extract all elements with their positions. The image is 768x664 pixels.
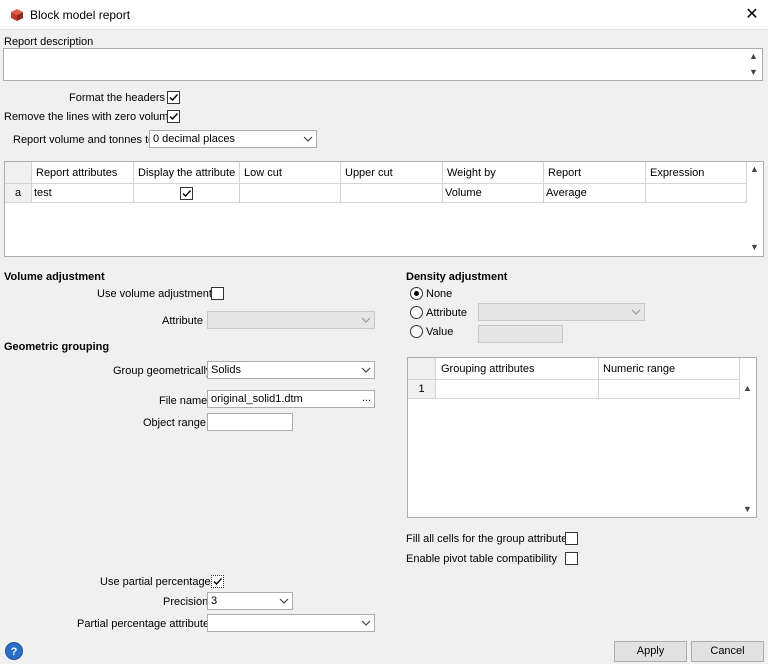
group-geometrically-dropdown[interactable]: Solids	[207, 361, 375, 379]
close-button[interactable]: ✕	[738, 3, 766, 27]
density-value-label: Value	[426, 326, 454, 338]
scroll-up-arrow-icon[interactable]: ▲	[750, 164, 759, 174]
use-partial-percentage-checkbox[interactable]	[211, 575, 224, 588]
grouping-attribute-cell[interactable]	[436, 380, 599, 399]
block-model-icon	[11, 9, 23, 21]
volume-attribute-dropdown[interactable]	[207, 311, 375, 329]
format-headers-label: Format the headers	[69, 92, 165, 104]
use-partial-percentage-label: Use partial percentage	[100, 576, 211, 588]
row-header[interactable]: 1	[408, 380, 436, 399]
format-headers-checkbox[interactable]	[167, 91, 180, 104]
column-header[interactable]: Weight by	[443, 162, 544, 184]
remove-zero-lines-label: Remove the lines with zero volume	[4, 111, 175, 123]
density-value-radio[interactable]	[410, 325, 423, 338]
chevron-down-icon	[361, 367, 371, 373]
density-attribute-radio[interactable]	[410, 306, 423, 319]
file-name-field[interactable]: original_solid1.dtm ...	[207, 390, 375, 408]
report-attribute-cell[interactable]: test	[32, 184, 134, 203]
grouping-attributes-table[interactable]: Grouping attributes Numeric range 1 ▲ ▼	[407, 357, 757, 518]
row-header[interactable]: a	[5, 184, 32, 203]
expression-cell[interactable]	[646, 184, 747, 203]
report-description-label: Report description	[4, 36, 94, 48]
column-header[interactable]: Display the attribute	[134, 162, 240, 184]
check-icon	[213, 578, 223, 586]
object-range-field[interactable]	[207, 413, 293, 431]
check-icon	[169, 94, 179, 102]
low-cut-cell[interactable]	[240, 184, 341, 203]
density-adjustment-heading: Density adjustment	[406, 271, 508, 283]
density-none-radio[interactable]	[410, 287, 423, 300]
volume-attribute-label: Attribute	[162, 315, 203, 327]
partial-percentage-attribute-dropdown[interactable]	[207, 614, 375, 632]
window-title: Block model report	[30, 8, 131, 22]
report-description-field[interactable]: ▲ ▼	[3, 48, 763, 81]
numeric-range-cell[interactable]	[599, 380, 740, 399]
use-volume-adjustment-label: Use volume adjustment	[97, 288, 212, 300]
report-attributes-table[interactable]: Report attributes Display the attribute …	[4, 161, 764, 257]
object-range-label: Object range	[143, 417, 206, 429]
density-attribute-dropdown[interactable]	[478, 303, 645, 321]
column-header[interactable]: Report attributes	[32, 162, 134, 184]
pivot-compatibility-label: Enable pivot table compatibility	[406, 553, 558, 565]
display-attribute-cell[interactable]	[134, 184, 240, 203]
table-scrollbar[interactable]: ▲ ▼	[747, 162, 763, 256]
check-icon	[169, 113, 179, 121]
scroll-up-arrow-icon[interactable]: ▲	[743, 383, 752, 393]
report-volume-dropdown[interactable]: 0 decimal places	[149, 130, 317, 148]
description-scrollbar[interactable]: ▲ ▼	[747, 50, 761, 79]
report-volume-label: Report volume and tonnes to	[13, 134, 155, 146]
scroll-up-arrow-icon[interactable]: ▲	[749, 51, 758, 61]
column-header[interactable]: Numeric range	[599, 358, 740, 380]
group-geometrically-label: Group geometrically	[113, 365, 212, 377]
column-header[interactable]: Low cut	[240, 162, 341, 184]
density-none-label: None	[426, 288, 453, 300]
partial-percentage-attribute-label: Partial percentage attribute	[77, 618, 210, 630]
scroll-down-arrow-icon[interactable]: ▼	[750, 242, 759, 252]
chevron-down-icon	[361, 317, 371, 323]
remove-zero-lines-checkbox[interactable]	[167, 110, 180, 123]
pivot-compatibility-checkbox[interactable]	[565, 552, 578, 565]
density-value-field[interactable]	[478, 325, 563, 343]
fill-cells-checkbox[interactable]	[565, 532, 578, 545]
chevron-down-icon	[303, 136, 313, 142]
apply-button[interactable]: Apply	[614, 641, 687, 662]
check-icon	[182, 190, 192, 198]
chevron-down-icon	[631, 309, 641, 315]
scroll-down-arrow-icon[interactable]: ▼	[743, 504, 752, 514]
column-header[interactable]: Upper cut	[341, 162, 443, 184]
column-header[interactable]: Expression	[646, 162, 747, 184]
display-attribute-checkbox[interactable]	[180, 187, 193, 200]
grouping-table-scrollbar[interactable]: ▲ ▼	[740, 358, 756, 517]
chevron-down-icon	[279, 598, 289, 604]
weight-by-cell[interactable]: Volume	[443, 184, 544, 203]
density-attribute-label: Attribute	[426, 307, 467, 319]
cancel-button[interactable]: Cancel	[691, 641, 764, 662]
precision-label: Precision	[163, 596, 209, 608]
precision-dropdown[interactable]: 3	[207, 592, 293, 610]
use-volume-adjustment-checkbox[interactable]	[211, 287, 224, 300]
volume-adjustment-heading: Volume adjustment	[4, 271, 105, 283]
browse-button[interactable]: ...	[362, 392, 371, 404]
chevron-down-icon	[361, 620, 371, 626]
upper-cut-cell[interactable]	[341, 184, 443, 203]
column-header[interactable]: Report	[544, 162, 646, 184]
table-corner	[5, 162, 32, 184]
report-cell[interactable]: Average	[544, 184, 646, 203]
geometric-grouping-heading: Geometric grouping	[4, 341, 110, 353]
table-corner	[408, 358, 436, 380]
file-name-label: File name	[159, 395, 208, 407]
help-button[interactable]: ?	[5, 642, 23, 660]
fill-cells-label: Fill all cells for the group attribute	[406, 533, 568, 545]
column-header[interactable]: Grouping attributes	[436, 358, 599, 380]
scroll-down-arrow-icon[interactable]: ▼	[749, 67, 758, 77]
